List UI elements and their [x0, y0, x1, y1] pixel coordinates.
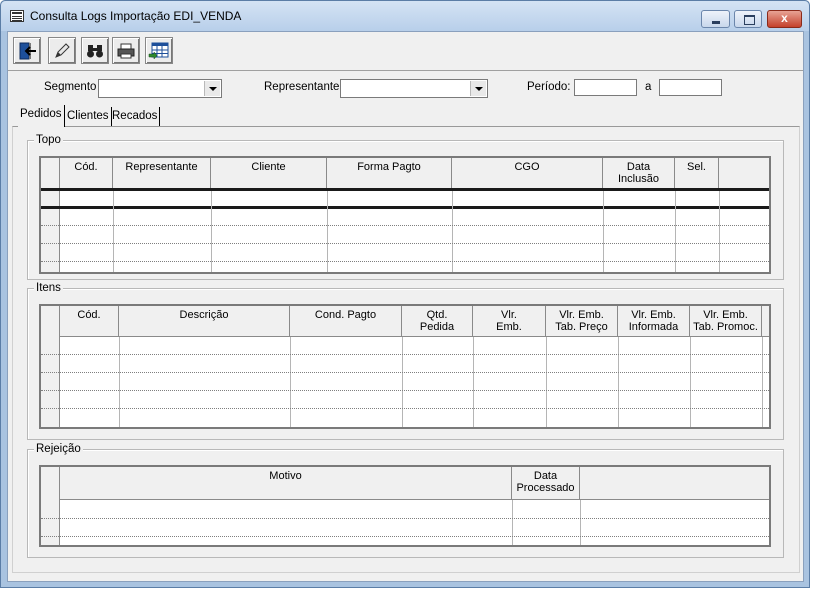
app-icon	[10, 10, 24, 22]
segmento-combo[interactable]	[98, 79, 222, 98]
topo-selected-row-rule	[41, 206, 769, 209]
topo-col-filler	[719, 158, 769, 190]
toolbar	[8, 32, 803, 71]
itens-col-vlr-emb-tab-promoc[interactable]: Vlr. Emb. Tab. Promoc.	[690, 306, 762, 337]
maximize-button[interactable]	[734, 10, 762, 28]
close-icon: x	[781, 11, 788, 25]
exit-button[interactable]	[13, 37, 41, 64]
grid-export-icon	[148, 42, 169, 60]
itens-col-cond-pagto[interactable]: Cond. Pagto	[290, 306, 402, 337]
topo-col-sel[interactable]: Sel.	[675, 158, 719, 190]
topo-col-representante[interactable]: Representante	[113, 158, 211, 190]
client-area: Segmento Representante Período: a Pedido…	[7, 31, 804, 582]
table-row[interactable]	[41, 536, 769, 537]
tab-label: Pedidos	[20, 108, 62, 120]
itens-col-qtd-pedida[interactable]: Qtd. Pedida	[402, 306, 473, 337]
tab-pedidos[interactable]: Pedidos	[18, 105, 65, 127]
table-row[interactable]	[41, 518, 769, 519]
find-button[interactable]	[81, 37, 109, 64]
periodo-separator: a	[645, 81, 652, 93]
topo-header-rule	[41, 188, 769, 191]
topo-col-forma-pagto[interactable]: Forma Pagto	[327, 158, 452, 190]
periodo-to-input[interactable]	[659, 79, 722, 96]
itens-group: Itens Cód. Descrição Cond. Pagto Qtd. Pe…	[27, 282, 784, 440]
tab-panel-pedidos: Topo Cód. Representante Cliente Forma Pa…	[12, 126, 800, 573]
minimize-button[interactable]	[701, 10, 730, 28]
grid-export-button[interactable]	[145, 37, 173, 64]
table-row[interactable]	[41, 243, 769, 244]
topo-col-cgo[interactable]: CGO	[452, 158, 603, 190]
tab-recados[interactable]: Recados	[110, 107, 161, 127]
topo-col-cod[interactable]: Cód.	[60, 158, 113, 190]
topo-label: Topo	[34, 134, 63, 146]
rejeicao-label: Rejeição	[34, 443, 83, 455]
close-button[interactable]: x	[767, 10, 802, 28]
title-bar[interactable]: Consulta Logs Importação EDI_VENDA x	[1, 1, 809, 31]
table-row[interactable]	[41, 225, 769, 226]
topo-grid[interactable]: Cód. Representante Cliente Forma Pagto C…	[39, 156, 771, 274]
table-row[interactable]	[41, 354, 769, 355]
table-row[interactable]	[41, 408, 769, 409]
rejeicao-col-filler	[580, 467, 769, 500]
exit-door-icon	[19, 42, 36, 59]
row-indicator-column	[41, 158, 60, 272]
representante-label: Representante	[264, 81, 340, 93]
find-binoculars-icon	[87, 44, 103, 57]
itens-label: Itens	[34, 282, 63, 294]
window-title: Consulta Logs Importação EDI_VENDA	[30, 9, 242, 23]
itens-col-filler	[762, 306, 769, 337]
table-row[interactable]	[41, 261, 769, 262]
edit-pencil-icon	[55, 42, 70, 58]
itens-grid[interactable]: Cód. Descrição Cond. Pagto Qtd. Pedida V…	[39, 304, 771, 429]
table-row[interactable]	[41, 372, 769, 373]
print-printer-icon	[117, 43, 135, 58]
itens-col-vlr-emb-informada[interactable]: Vlr. Emb. Informada	[618, 306, 690, 337]
tab-label: Recados	[112, 110, 158, 122]
topo-col-data-inclusao[interactable]: Data Inclusão	[603, 158, 675, 190]
periodo-from-input[interactable]	[574, 79, 637, 96]
itens-col-cod[interactable]: Cód.	[60, 306, 119, 337]
chevron-down-icon[interactable]	[470, 81, 486, 96]
topo-group: Topo Cód. Representante Cliente Forma Pa…	[27, 134, 784, 280]
topo-col-cliente[interactable]: Cliente	[211, 158, 327, 190]
edit-button[interactable]	[48, 37, 76, 64]
rejeicao-group: Rejeição Motivo Data Processado	[27, 443, 784, 558]
tab-clientes[interactable]: Clientes	[65, 107, 112, 127]
rejeicao-col-motivo[interactable]: Motivo	[60, 467, 512, 500]
tab-label: Clientes	[67, 110, 109, 122]
main-window: Consulta Logs Importação EDI_VENDA x Seg…	[0, 0, 810, 588]
print-button[interactable]	[112, 37, 140, 64]
itens-col-vlr-emb[interactable]: Vlr. Emb.	[473, 306, 546, 337]
row-indicator-column	[41, 467, 60, 545]
chevron-down-icon[interactable]	[204, 81, 220, 96]
rejeicao-grid[interactable]: Motivo Data Processado	[39, 465, 771, 547]
rejeicao-col-data-processado[interactable]: Data Processado	[512, 467, 580, 500]
itens-col-vlr-emb-tab-preco[interactable]: Vlr. Emb. Tab. Preço	[546, 306, 618, 337]
table-row[interactable]	[41, 390, 769, 391]
itens-col-descricao[interactable]: Descrição	[119, 306, 290, 337]
periodo-label: Período:	[527, 81, 571, 93]
segmento-label: Segmento	[44, 81, 97, 93]
representante-combo[interactable]	[340, 79, 488, 98]
